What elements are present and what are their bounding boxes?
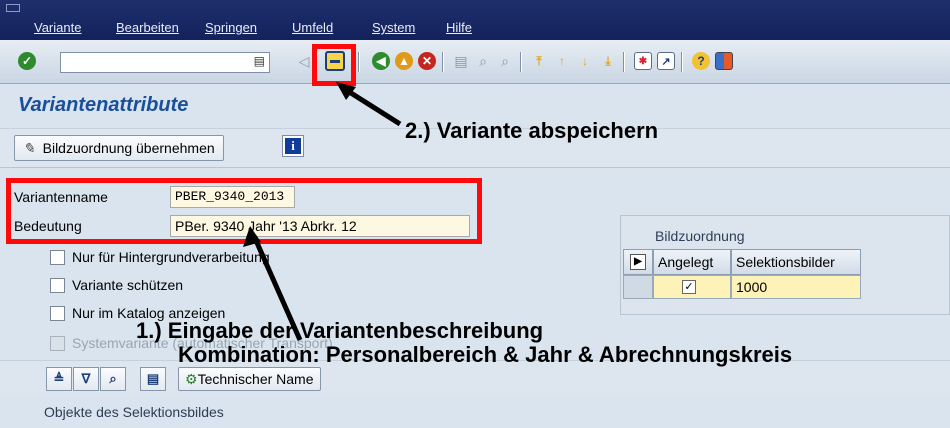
arrow-head-save bbox=[336, 82, 356, 100]
annotation-step1-line1: 1.) Eingabe der Variantenbeschreibung bbox=[136, 318, 544, 343]
arrow-to-save bbox=[341, 85, 402, 127]
annotation-step2: 2.) Variante abspeichern bbox=[405, 118, 659, 143]
annotation-step1-line2: Kombination: Personalbereich & Jahr & Ab… bbox=[178, 342, 793, 367]
